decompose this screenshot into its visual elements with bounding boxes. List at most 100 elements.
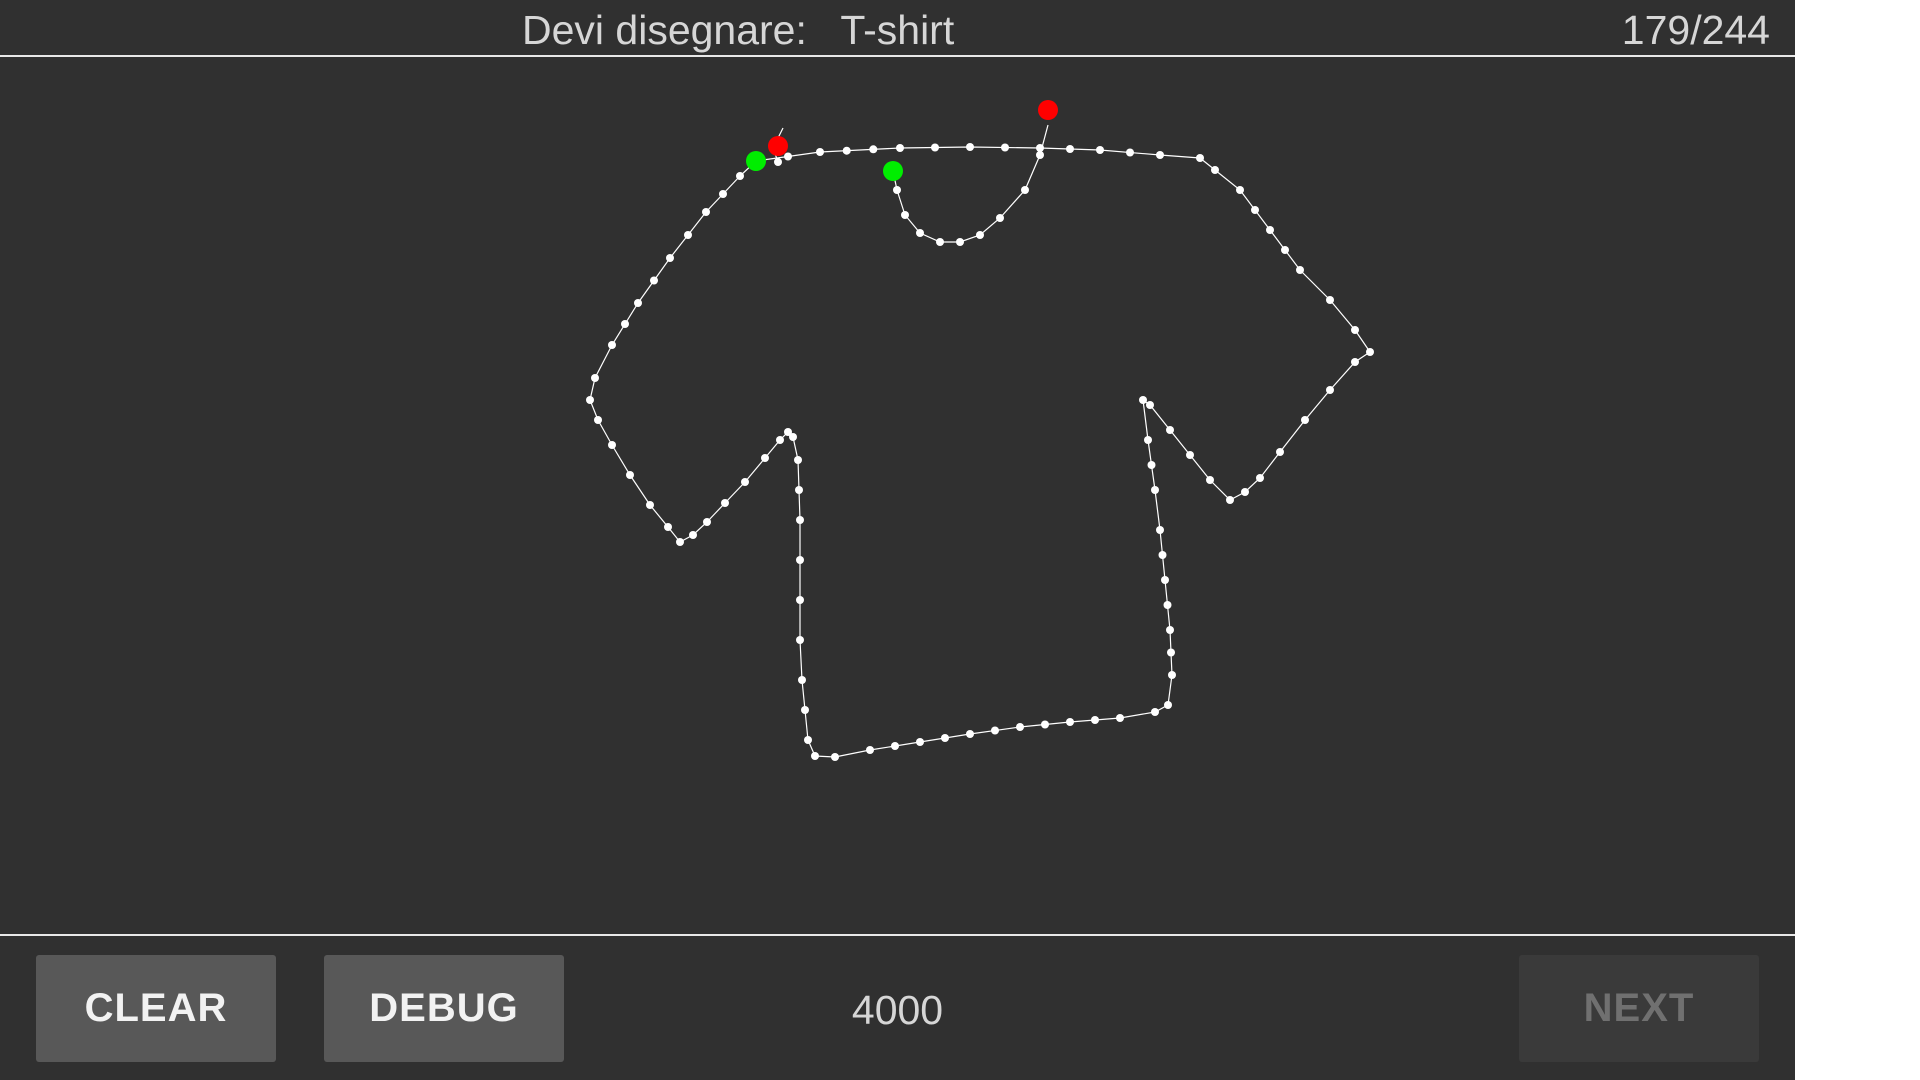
stroke-point bbox=[1001, 143, 1009, 152]
stroke-point bbox=[1158, 551, 1167, 559]
stroke-point bbox=[866, 746, 874, 754]
stroke-point bbox=[1147, 461, 1156, 469]
stroke-point bbox=[702, 208, 710, 216]
stroke-point bbox=[776, 436, 784, 444]
stroke-point bbox=[784, 152, 792, 161]
stroke-point bbox=[1251, 206, 1259, 214]
stroke-point bbox=[1161, 576, 1169, 584]
stroke-point bbox=[976, 231, 984, 239]
stroke-point bbox=[1156, 526, 1164, 534]
stroke-point bbox=[941, 734, 949, 742]
stroke-point bbox=[1166, 626, 1174, 634]
stroke-point bbox=[966, 143, 974, 151]
stroke-point bbox=[831, 753, 839, 761]
stroke-point bbox=[1186, 451, 1194, 459]
stroke-point bbox=[736, 172, 744, 180]
stroke-point bbox=[1096, 146, 1104, 154]
drawing-canvas[interactable] bbox=[0, 58, 1795, 934]
stroke-point bbox=[1281, 246, 1289, 254]
stroke-point bbox=[1241, 488, 1249, 496]
stroke-point bbox=[774, 158, 782, 166]
prompt-word: T-shirt bbox=[840, 7, 955, 53]
stroke-point bbox=[1196, 154, 1204, 162]
stroke-point bbox=[901, 211, 909, 219]
stroke-point bbox=[1163, 601, 1172, 609]
stroke-point bbox=[784, 428, 792, 436]
stroke-point bbox=[1156, 151, 1164, 159]
stroke-point bbox=[1139, 396, 1147, 404]
footer-divider bbox=[0, 934, 1795, 936]
stroke-point bbox=[1326, 386, 1334, 394]
stroke-point bbox=[1066, 718, 1074, 726]
stroke-point bbox=[1164, 701, 1172, 709]
stroke-point bbox=[893, 186, 901, 194]
stroke-point bbox=[931, 143, 939, 152]
stroke-endpoint-markers bbox=[746, 100, 1058, 181]
stroke-point bbox=[1168, 671, 1176, 679]
stroke-point bbox=[608, 341, 616, 349]
stroke-point bbox=[1211, 166, 1219, 174]
stroke-point bbox=[996, 214, 1004, 222]
stroke-point bbox=[842, 146, 851, 155]
stroke-point bbox=[626, 471, 634, 479]
stroke-end-marker bbox=[768, 136, 788, 156]
stroke-point bbox=[1144, 436, 1152, 444]
stroke-point bbox=[1151, 708, 1159, 716]
stroke-point bbox=[1146, 401, 1154, 409]
debug-button[interactable]: DEBUG bbox=[324, 955, 564, 1062]
stroke-point bbox=[1066, 145, 1074, 153]
stroke-point bbox=[796, 596, 804, 604]
stroke-point bbox=[646, 501, 654, 509]
stroke-point bbox=[741, 478, 749, 486]
stroke-point bbox=[794, 456, 802, 464]
drawing-prompt: Devi disegnare: T-shirt bbox=[522, 6, 954, 54]
stroke-point bbox=[991, 726, 999, 735]
header-bar: Devi disegnare: T-shirt 179/244 bbox=[0, 0, 1795, 57]
stroke-point bbox=[721, 499, 729, 507]
stroke-point bbox=[689, 531, 697, 539]
stroke-point bbox=[1296, 266, 1304, 274]
stroke-point bbox=[1016, 723, 1024, 731]
stroke-point bbox=[869, 145, 878, 154]
stroke-point bbox=[650, 276, 658, 285]
drawing-app: Devi disegnare: T-shirt 179/244 CLEAR DE… bbox=[0, 0, 1795, 1080]
stroke-point bbox=[916, 229, 924, 237]
sketch-strokes bbox=[586, 124, 1374, 761]
stroke-start-marker bbox=[746, 151, 766, 171]
stroke-point bbox=[1226, 496, 1234, 504]
stroke-point bbox=[936, 238, 944, 246]
stroke-point bbox=[796, 556, 804, 564]
stroke-point bbox=[1126, 148, 1134, 157]
next-button[interactable]: NEXT bbox=[1519, 955, 1759, 1062]
stroke-point bbox=[916, 738, 924, 746]
prompt-label: Devi disegnare: bbox=[522, 7, 807, 53]
stroke-point bbox=[1256, 474, 1264, 482]
clear-button[interactable]: CLEAR bbox=[36, 955, 276, 1062]
stroke-point bbox=[608, 441, 616, 449]
progress-counter: 179/244 bbox=[1621, 7, 1770, 53]
stroke-point bbox=[811, 752, 819, 760]
stroke-point bbox=[1116, 714, 1124, 722]
stroke-point bbox=[664, 523, 672, 531]
stroke-point bbox=[1041, 720, 1049, 729]
stroke-point bbox=[719, 190, 727, 198]
stroke-point bbox=[634, 299, 642, 307]
stroke-point bbox=[1236, 186, 1244, 194]
stroke-point bbox=[1266, 226, 1274, 234]
stroke-point bbox=[684, 231, 692, 239]
stroke-point bbox=[891, 742, 899, 750]
stroke-point bbox=[1206, 476, 1214, 484]
score-value: 4000 bbox=[851, 987, 944, 1033]
stroke-point bbox=[795, 486, 803, 494]
stroke-point bbox=[1167, 648, 1175, 657]
stroke-point bbox=[966, 730, 974, 738]
stroke-point bbox=[676, 538, 684, 546]
stroke-point bbox=[796, 636, 804, 644]
stroke-point bbox=[796, 516, 804, 524]
stroke-point bbox=[761, 454, 769, 462]
stroke-line bbox=[892, 124, 1049, 243]
stroke-point bbox=[1326, 296, 1334, 304]
stroke-point bbox=[1301, 416, 1309, 424]
stroke-point bbox=[586, 396, 594, 404]
stroke-point bbox=[1166, 426, 1174, 434]
